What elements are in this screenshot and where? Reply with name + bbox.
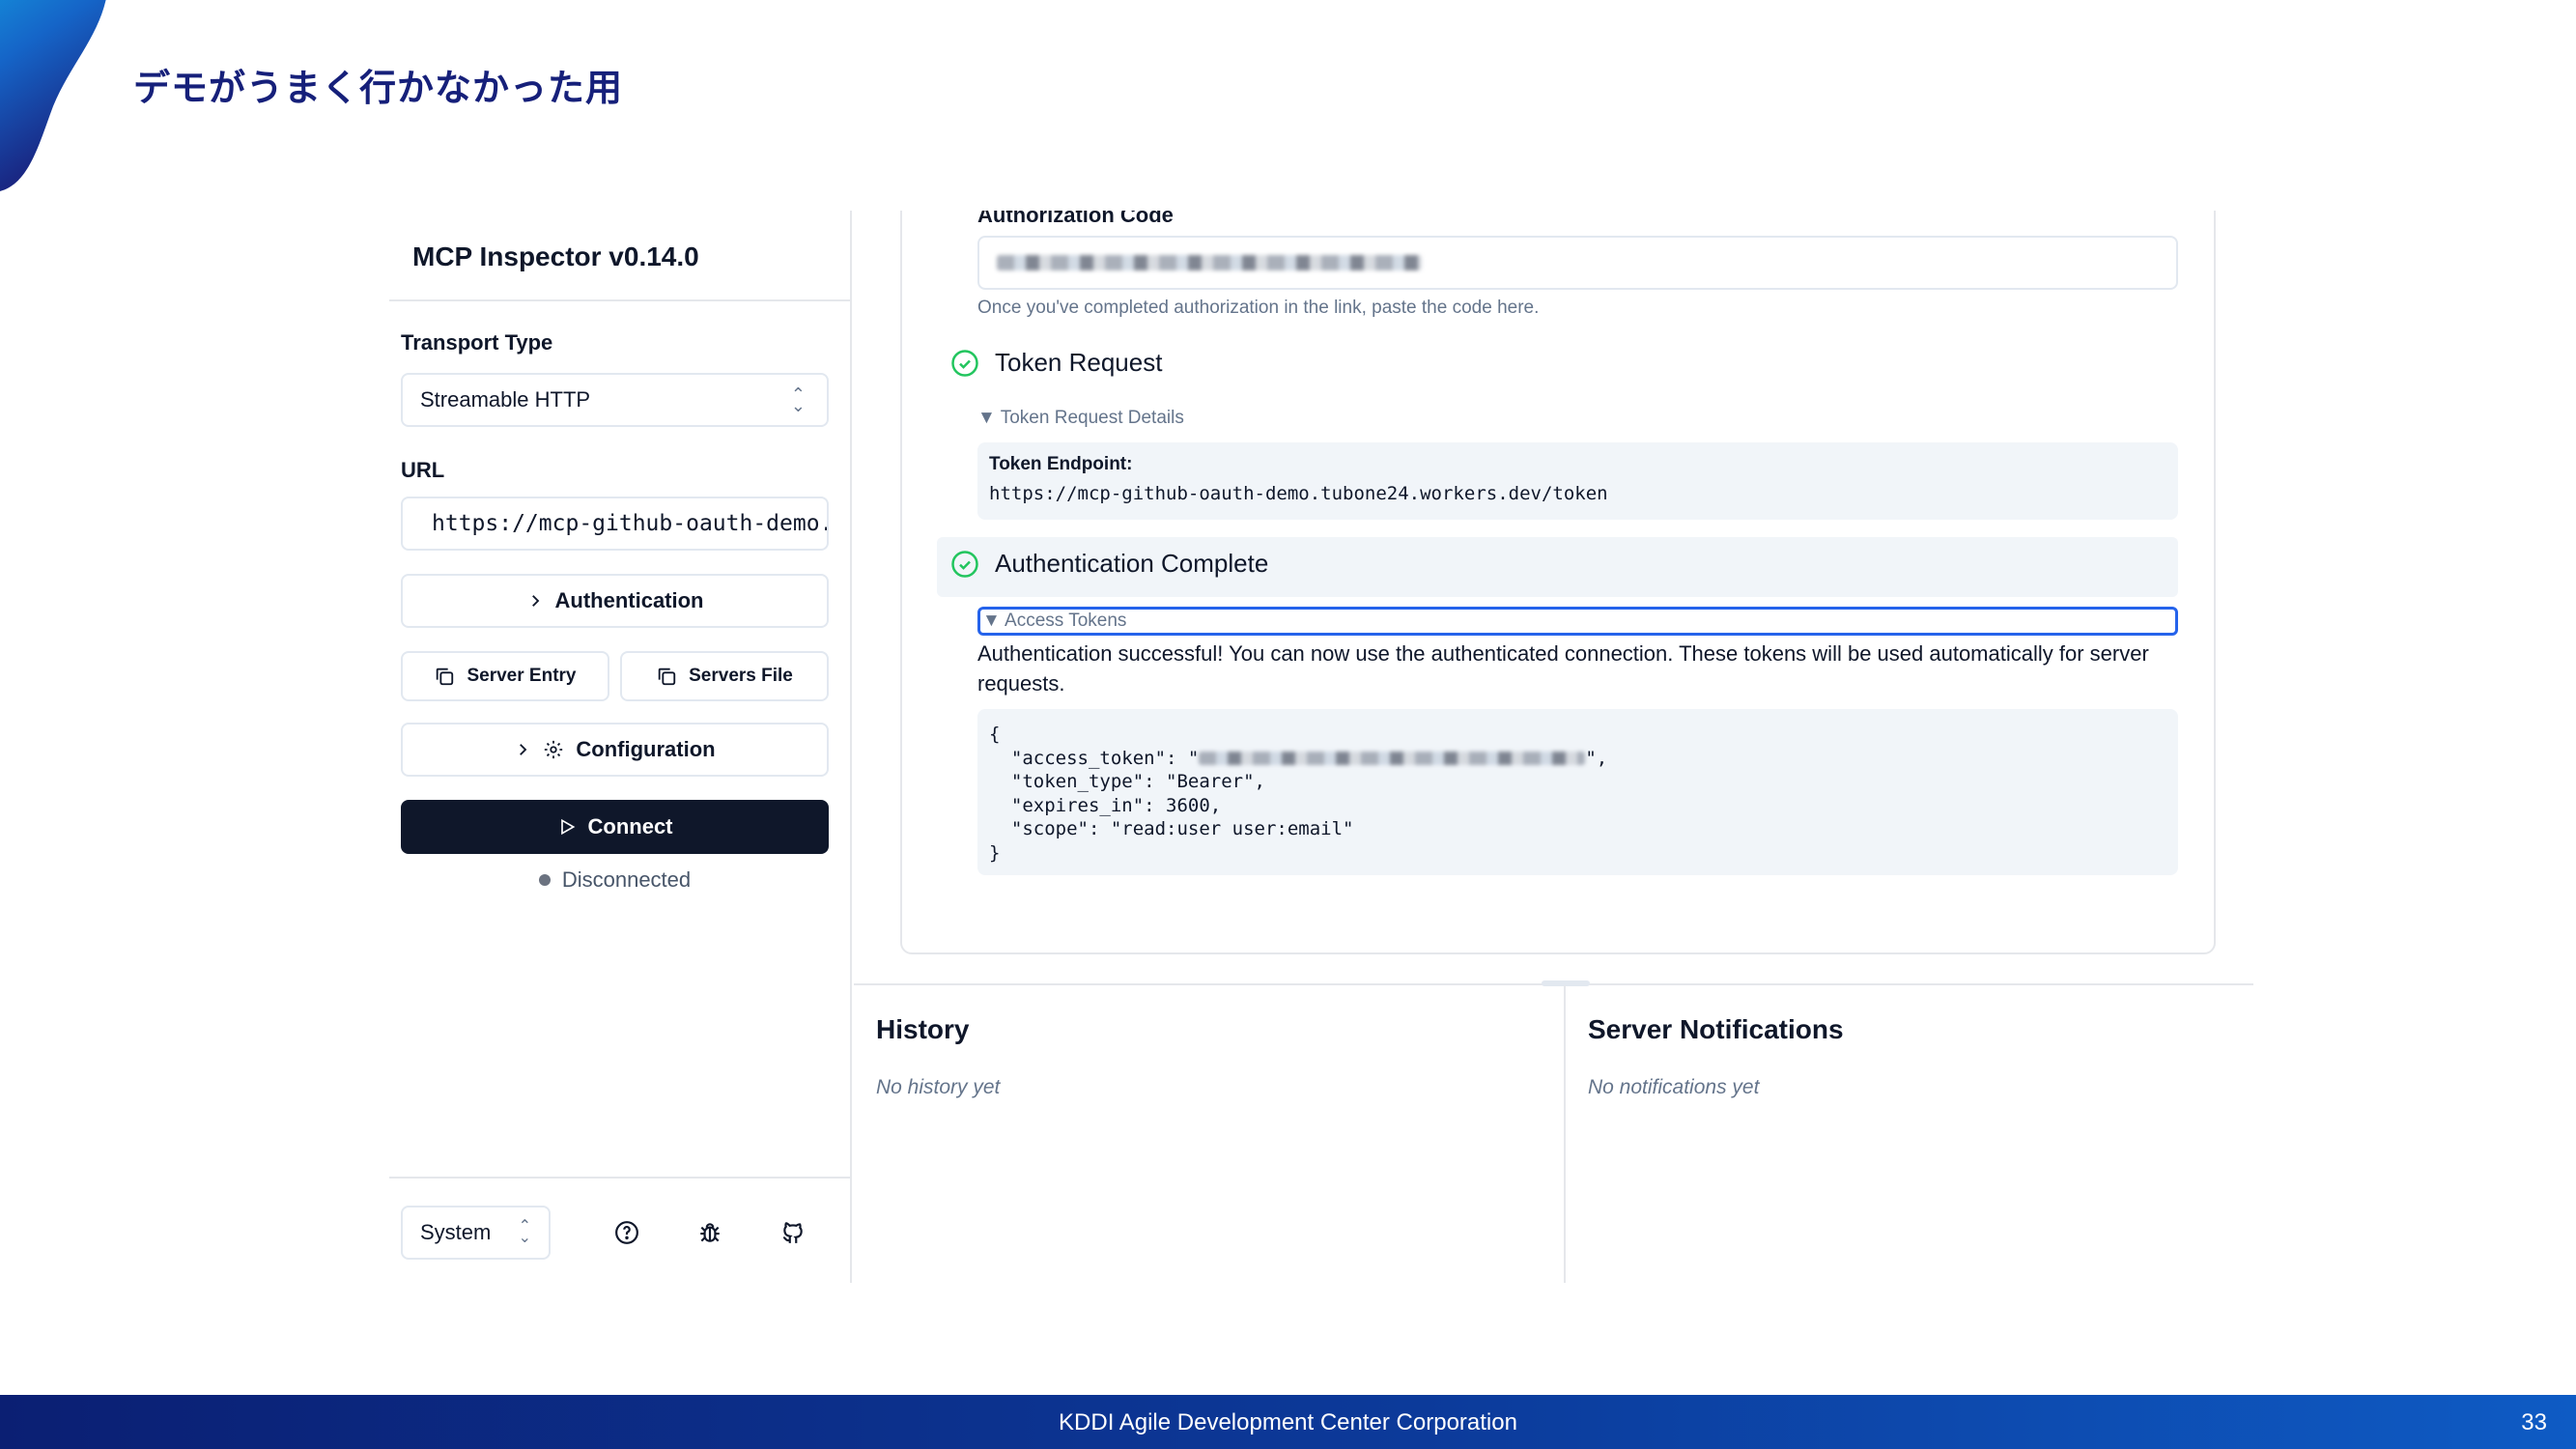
theme-select[interactable]: System ⌃ ⌄ — [401, 1206, 551, 1260]
copy-icon — [437, 668, 454, 686]
chevron-right-icon — [531, 595, 539, 607]
redacted-token — [1199, 752, 1586, 765]
authentication-button-label: Authentication — [554, 588, 704, 612]
servers-file-button[interactable]: Servers File — [620, 651, 829, 701]
status-text: Disconnected — [561, 867, 692, 892]
copy-icon — [658, 668, 676, 686]
url-label: URL — [401, 458, 445, 482]
connect-button[interactable]: Connect — [401, 800, 829, 854]
oauth-flow-panel: Authorization Code Once you've completed… — [854, 211, 2253, 983]
corner-accent-shape — [0, 0, 106, 191]
access-tokens-toggle[interactable]: ▼ Access Tokens — [977, 607, 2178, 636]
resize-handle[interactable] — [1542, 980, 1590, 986]
transport-type-label: Transport Type — [401, 330, 553, 355]
token-endpoint-box: Token Endpoint: https://mcp-github-oauth… — [977, 442, 2178, 520]
notifications-empty: No notifications yet — [1588, 1076, 1760, 1098]
url-input[interactable]: https://mcp-github-oauth-demo. — [401, 497, 829, 551]
authentication-button[interactable]: Authentication — [401, 574, 829, 628]
chevron-right-icon — [520, 744, 527, 755]
transport-type-value: Streamable HTTP — [420, 387, 591, 412]
json-line: { — [989, 724, 1001, 745]
server-entry-button[interactable]: Server Entry — [401, 651, 609, 701]
json-line-access-token: "access_token": " ", — [989, 747, 1608, 769]
slide-footer: KDDI Agile Development Center Corporatio… — [0, 1395, 2576, 1449]
sidebar: MCP Inspector v0.14.0 Transport Type Str… — [389, 211, 852, 1283]
step-title: Authentication Complete — [995, 549, 1269, 578]
json-line: "scope": "read:user user:email" — [989, 818, 1354, 839]
mcp-inspector-window: MCP Inspector v0.14.0 Transport Type Str… — [389, 211, 2253, 1283]
panel-divider — [1564, 985, 1566, 1283]
play-icon — [560, 818, 575, 836]
step-title: Token Request — [995, 348, 1163, 377]
access-token-json: { "access_token": " ", "token_type": "Bea… — [977, 709, 2178, 875]
step-authentication-complete: Authentication Complete — [950, 549, 1268, 579]
configuration-button[interactable]: Configuration — [401, 723, 829, 777]
connection-status: Disconnected — [401, 867, 829, 893]
chevron-up-down-icon: ⌃ ⌄ — [790, 384, 806, 415]
help-circle-icon[interactable] — [609, 1215, 644, 1250]
token-endpoint-label: Token Endpoint: — [989, 454, 1133, 474]
status-dot — [538, 874, 551, 886]
step-token-request: Token Request — [950, 348, 1162, 378]
bug-icon[interactable] — [693, 1215, 727, 1250]
connect-label: Connect — [587, 814, 673, 838]
servers-file-label: Servers File — [689, 666, 793, 686]
chevron-up-down-icon: ⌃ ⌄ — [518, 1218, 531, 1246]
divider — [389, 1177, 850, 1179]
configuration-label: Configuration — [576, 737, 716, 761]
json-line: "expires_in": 3600, — [989, 794, 1222, 816]
check-circle-icon — [951, 550, 978, 578]
token-request-details-toggle[interactable]: ▼ Token Request Details — [977, 408, 1184, 429]
history-empty: No history yet — [876, 1076, 1001, 1098]
check-circle-icon — [951, 349, 978, 377]
server-entry-label: Server Entry — [467, 666, 577, 686]
history-title: History — [876, 1014, 970, 1044]
token-endpoint-url: https://mcp-github-oauth-demo.tubone24.w… — [989, 483, 1608, 504]
authorization-code-input[interactable] — [977, 236, 2178, 290]
json-line: } — [989, 841, 1001, 864]
server-notifications-title: Server Notifications — [1588, 1014, 1844, 1044]
github-icon[interactable] — [776, 1215, 810, 1250]
slide-title: デモがうまく行かなかった用 — [133, 67, 624, 109]
auth-success-message: Authentication successful! You can now u… — [977, 641, 2149, 696]
footer-company: KDDI Agile Development Center Corporatio… — [1059, 1409, 1517, 1435]
authorization-code-hint: Once you've completed authorization in t… — [977, 298, 1540, 318]
redacted-code — [997, 255, 1422, 270]
json-line: "token_type": "Bearer", — [989, 771, 1265, 792]
transport-type-select[interactable]: Streamable HTTP ⌃ ⌄ — [401, 373, 829, 427]
theme-value: System — [420, 1220, 492, 1244]
page-number: 33 — [2521, 1409, 2547, 1435]
gear-icon — [545, 740, 563, 759]
authorization-code-label: Authorization Code — [977, 211, 1174, 227]
app-title: MCP Inspector v0.14.0 — [412, 242, 699, 271]
divider — [389, 299, 850, 301]
